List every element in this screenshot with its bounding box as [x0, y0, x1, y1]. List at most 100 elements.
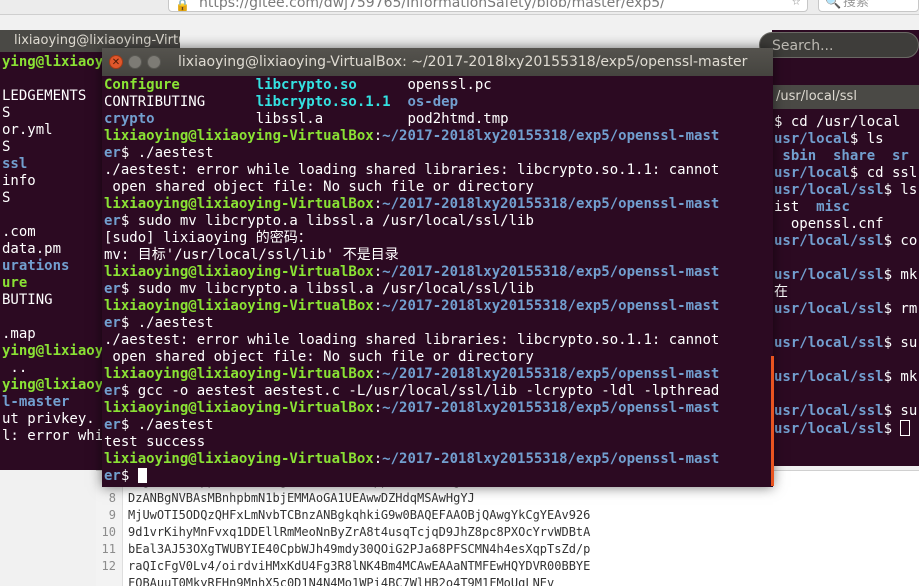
terminal-text-segment: er — [104, 281, 121, 297]
terminal-line: usr/local$ cd ssl — [774, 165, 917, 182]
terminal-text-segment: : — [373, 400, 383, 416]
terminal-line: lixiaoying@lixiaoying-VirtualBox:~/2017-… — [104, 400, 719, 417]
terminal-text-segment: test success — [104, 434, 206, 450]
terminal-text-segment: l: error whi — [2, 428, 104, 444]
terminal-text-segment: ./aestest: error while loading shared li… — [104, 332, 720, 348]
terminal-text-segment: os-dep — [407, 94, 459, 110]
terminal-text-segment: $ — [120, 468, 138, 484]
terminal-text-segment: er — [104, 213, 121, 229]
terminal-text-segment: : — [373, 196, 383, 212]
terminal-text-segment: $ co — [883, 233, 918, 249]
bookmark-star-icon[interactable]: ☆ — [792, 0, 800, 9]
terminal-text-segment: libcrypto.so — [255, 77, 357, 93]
terminal-text-segment: [sudo] lixiaoying 的密码： — [104, 230, 312, 246]
dash-search-input[interactable]: Search... — [759, 32, 919, 58]
maximize-icon[interactable] — [147, 55, 161, 69]
terminal-line: usr/local/ssl$ mk — [774, 369, 917, 386]
terminal-line: .. — [2, 360, 27, 377]
terminal-line: CONTRIBUTING libcrypto.so.1.1 os-dep — [104, 94, 458, 111]
line-number: 10 — [101, 525, 116, 539]
terminal-text-segment: ~/2017-2018lxy20155318/exp5/openssl-mast — [382, 400, 720, 416]
terminal-text-segment: : — [373, 128, 383, 144]
terminal-text-segment: $ — [883, 421, 901, 437]
dash-search-placeholder: Search... — [772, 38, 834, 54]
terminal-text-segment: info — [2, 173, 36, 189]
terminal-text-segment: ~/2017-2018lxy20155318/exp5/openssl-mast — [382, 366, 720, 382]
terminal-line: ssl — [2, 156, 27, 173]
code-text: bEal3AJ53OXgTWUBYIE40CpbWJh49mdy30QOiG2P… — [128, 542, 591, 556]
terminal-text-segment: lixiaoying@lixiaoying-VirtualBox — [104, 400, 374, 416]
terminal-text-segment: $ ls — [883, 182, 918, 198]
terminal-line: usr/local/ssl$ su — [774, 403, 917, 420]
editor-line: 12 raQIcFgV0Lv4/oirdviHMxKdU4Fg3R8lNK4Bm4… — [96, 558, 591, 575]
terminal-line: lixiaoying@lixiaoying-VirtualBox:~/2017-… — [104, 264, 719, 281]
terminal-text-segment: usr/local/ssl — [774, 369, 884, 385]
terminal-text-segment: ut privkey. — [2, 411, 95, 427]
terminal-text-segment: misc — [816, 199, 850, 215]
terminal-text-segment: l-master — [2, 394, 70, 410]
editor-line: 9 MjUwOTI5ODQzQHFxLmNvbTCBnzANBgkqhkiG9w0… — [96, 507, 591, 524]
terminal-line: S — [2, 139, 10, 156]
terminal-text-segment: $ ./aestest — [120, 315, 214, 331]
terminal-text-segment: urations — [2, 258, 70, 274]
terminal-line: or.yml — [2, 122, 53, 139]
terminal-line: mv: 目标'/usr/local/ssl/lib' 不是目录 — [104, 247, 399, 264]
terminal-text-segment: $ gcc -o aestest aestest.c -L/usr/local/… — [120, 383, 720, 399]
left-terminal-title: lixiaoying@lixiaoying-VirtualBox: ~/2017… — [14, 33, 180, 48]
minimize-icon[interactable] — [128, 55, 142, 69]
background-terminal-right[interactable]: /usr/local/ssl $ cd /usr/local usr/local$… — [772, 30, 919, 466]
close-icon[interactable]: ✕ — [109, 55, 123, 69]
browser-search-box[interactable]: 🔍 搜索 — [818, 0, 919, 12]
terminal-line: ying@lixiaoy — [2, 343, 103, 360]
terminal-text-segment: ying@lixiaoy — [2, 377, 104, 393]
terminal-text-segment: crypto — [104, 111, 155, 127]
terminal-text-segment: usr/local/ssl — [774, 233, 884, 249]
main-terminal-window[interactable]: ✕ lixiaoying@lixiaoying-VirtualBox: ~/20… — [102, 48, 773, 487]
terminal-line: er$ — [104, 468, 147, 485]
window-focus-accent — [771, 356, 774, 486]
terminal-text-segment: : — [373, 264, 383, 280]
terminal-line: er$ ./aestest — [104, 417, 214, 434]
terminal-text-segment: lixiaoying@lixiaoying-VirtualBox — [104, 298, 374, 314]
terminal-line: usr/local/ssl$ — [774, 420, 911, 437]
terminal-text-segment: er — [104, 468, 121, 484]
terminal-line: l: error whi — [2, 428, 103, 445]
terminal-text-segment: openssl.cnf — [774, 216, 884, 232]
terminal-line: ./aestest: error while loading shared li… — [104, 332, 719, 349]
terminal-text-segment: usr/local/ssl — [774, 421, 884, 437]
terminal-text-segment: ~/2017-2018lxy20155318/exp5/openssl-mast — [382, 451, 720, 467]
terminal-text-segment: S — [2, 105, 11, 121]
text-cursor — [137, 468, 147, 483]
terminal-line: er$ gcc -o aestest aestest.c -L/usr/loca… — [104, 383, 719, 400]
terminal-line: lixiaoying@lixiaoying-VirtualBox:~/2017-… — [104, 128, 719, 145]
right-terminal-title: /usr/local/ssl — [776, 89, 857, 104]
right-terminal-titlebar[interactable]: /usr/local/ssl — [772, 85, 919, 109]
terminal-text-segment: S — [2, 190, 11, 206]
main-terminal-output[interactable]: Configure libcrypto.so openssl.pc CONTRIB… — [102, 77, 773, 487]
terminal-text-segment: data.pm — [2, 241, 62, 257]
terminal-text-segment: er — [104, 383, 121, 399]
terminal-line: er$ sudo mv libcrypto.a libssl.a /usr/lo… — [104, 281, 534, 298]
main-terminal-titlebar[interactable]: ✕ lixiaoying@lixiaoying-VirtualBox: ~/20… — [102, 48, 773, 76]
terminal-text-segment: $ sudo mv libcrypto.a libssl.a /usr/loca… — [120, 213, 534, 229]
terminal-text-segment: open shared object file: No such file or… — [104, 349, 534, 365]
terminal-line: er$ sudo mv libcrypto.a libssl.a /usr/lo… — [104, 213, 534, 230]
editor-line: 8 DzANBgNVBAsMBnhpbmN1bjEMMAoGA1UEAwwDZHd… — [96, 490, 475, 507]
terminal-line: usr/local/ssl$ co — [774, 233, 917, 250]
code-editor[interactable]: BAgMBZJ1awppbmcxEDAOBgNVBAcMBZJ1awppbmcx… — [96, 470, 919, 586]
terminal-line: S — [2, 105, 10, 122]
terminal-text-segment: ~/2017-2018lxy20155318/exp5/openssl-mast — [382, 196, 720, 212]
terminal-line: ying@lixiaoy — [2, 54, 103, 71]
terminal-text-segment: Configure — [104, 77, 180, 93]
terminal-text-segment: .map — [2, 326, 36, 342]
terminal-text-segment: lixiaoying@lixiaoying-VirtualBox — [104, 128, 374, 144]
code-text: DzANBgNVBAsMBnhpbmN1bjEMMAoGA1UEAwwDZHdq… — [128, 491, 475, 505]
terminal-line: usr/local/ssl$ mk — [774, 267, 917, 284]
terminal-text-segment: ssl — [2, 156, 28, 172]
terminal-line: LEDGEMENTS — [2, 88, 86, 105]
terminal-line: er$ ./aestest — [104, 315, 214, 332]
code-text: raQIcFgV0Lv4/oirdviHMxKdU4Fg3R8lNK4Bm4MC… — [128, 559, 591, 573]
address-bar[interactable]: 🔒 https://gitee.com/dwj759765/Informatio… — [168, 0, 808, 12]
terminal-text-segment: CONTRIBUTING — [104, 94, 256, 110]
